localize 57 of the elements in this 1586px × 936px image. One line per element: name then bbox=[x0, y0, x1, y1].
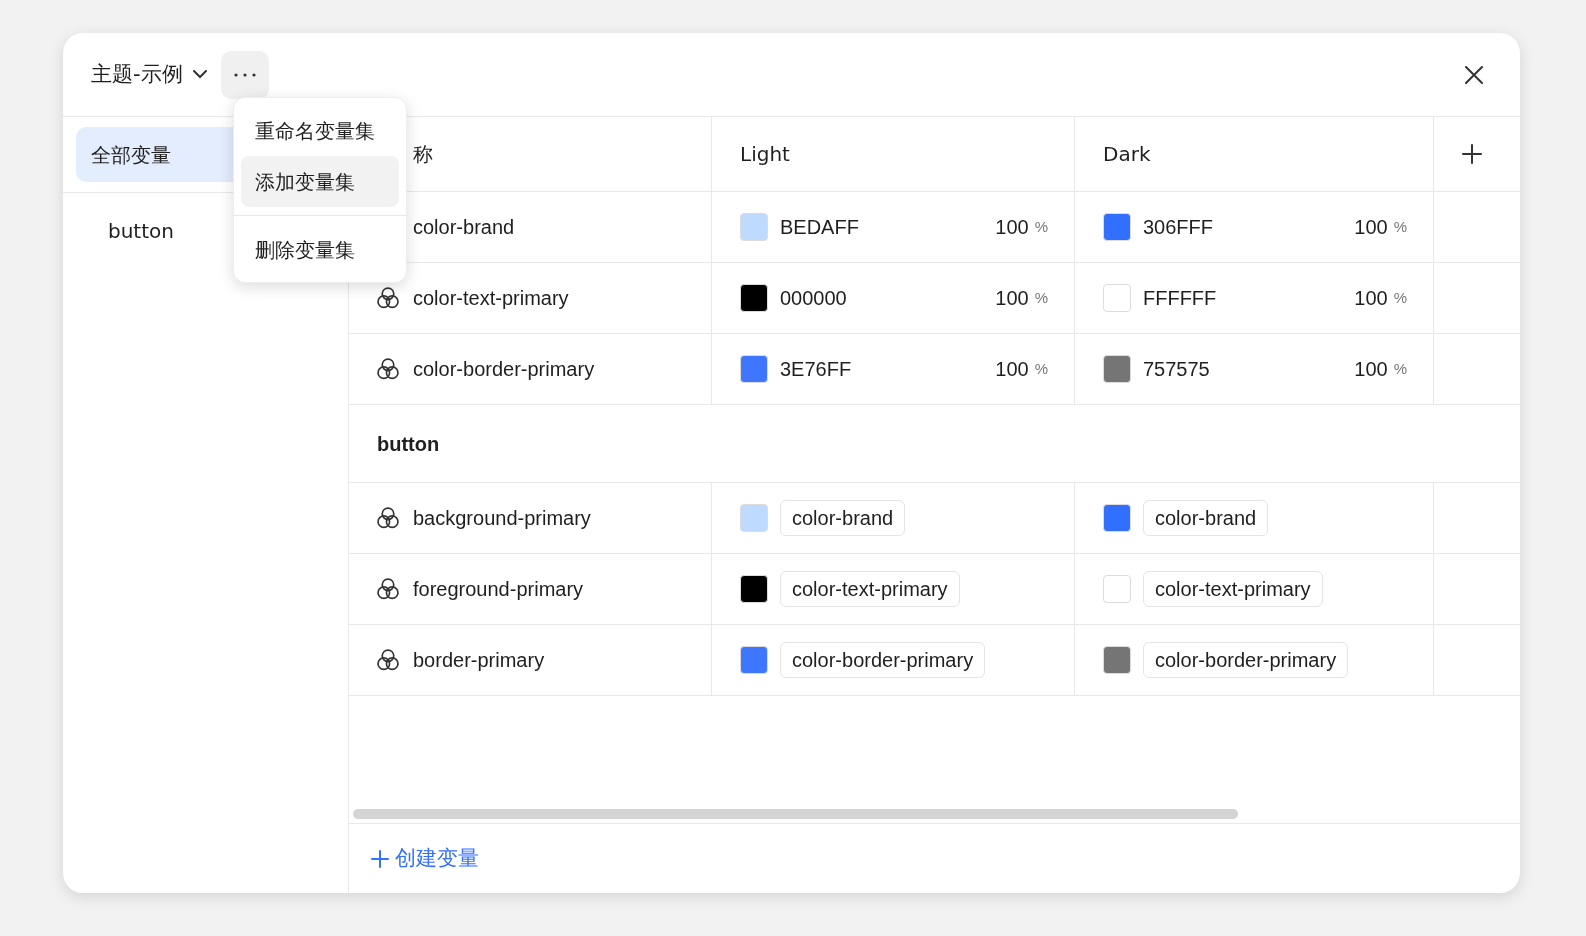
more-icon bbox=[233, 72, 256, 77]
variable-name: color-border-primary bbox=[413, 357, 595, 382]
hex-value: FFFFFF bbox=[1143, 286, 1218, 311]
color-swatch[interactable] bbox=[1103, 646, 1131, 674]
alias-tag[interactable]: color-text-primary bbox=[780, 571, 960, 607]
color-swatch[interactable] bbox=[740, 355, 768, 383]
close-icon bbox=[1465, 65, 1483, 84]
color-swatch[interactable] bbox=[740, 575, 768, 603]
color-swatch[interactable] bbox=[740, 504, 768, 532]
color-swatch[interactable] bbox=[1103, 355, 1131, 383]
percent-unit: % bbox=[1393, 358, 1407, 379]
variable-name: border-primary bbox=[413, 648, 545, 673]
alias-tag[interactable]: color-brand bbox=[1143, 500, 1269, 536]
theme-selector[interactable]: 主题-示例 bbox=[91, 58, 207, 91]
chevron-down-icon bbox=[192, 70, 207, 79]
hex-value: BEDAFF bbox=[780, 215, 860, 240]
color-swatch[interactable] bbox=[1103, 575, 1131, 603]
alias-tag[interactable]: color-brand bbox=[780, 500, 906, 536]
opacity-value: 100 bbox=[1354, 215, 1388, 240]
theme-title: 主题-示例 bbox=[91, 60, 183, 88]
hex-value: 757575 bbox=[1143, 357, 1211, 382]
hex-value: 306FFF bbox=[1143, 215, 1215, 240]
color-swatch[interactable] bbox=[740, 213, 768, 241]
color-swatch[interactable] bbox=[1103, 213, 1131, 241]
column-header: Light bbox=[740, 141, 790, 168]
column-header: Dark bbox=[1103, 141, 1151, 168]
percent-unit: % bbox=[1393, 287, 1407, 308]
group-title: button bbox=[377, 431, 440, 457]
column-header: 称 bbox=[413, 141, 433, 168]
percent-unit: % bbox=[1034, 358, 1048, 379]
variable-name: foreground-primary bbox=[413, 577, 584, 602]
opacity-value: 100 bbox=[1354, 286, 1388, 311]
hex-value: 3E76FF bbox=[780, 357, 853, 382]
plus-icon bbox=[371, 849, 389, 868]
color-swatch[interactable] bbox=[740, 646, 768, 674]
percent-unit: % bbox=[1393, 216, 1407, 237]
menu-item[interactable]: 删除变量集 bbox=[241, 224, 399, 275]
percent-unit: % bbox=[1034, 287, 1048, 308]
color-swatch[interactable] bbox=[1103, 504, 1131, 532]
opacity-value: 100 bbox=[1354, 357, 1388, 382]
hex-value: 000000 bbox=[780, 286, 848, 311]
alias-tag[interactable]: color-text-primary bbox=[1143, 571, 1323, 607]
color-swatch[interactable] bbox=[740, 284, 768, 312]
opacity-value: 100 bbox=[995, 286, 1029, 311]
alias-tag[interactable]: color-border-primary bbox=[1143, 642, 1349, 678]
menu-item[interactable]: 添加变量集 bbox=[241, 156, 399, 207]
opacity-value: 100 bbox=[995, 215, 1029, 240]
scrollbar[interactable] bbox=[353, 809, 1238, 819]
percent-unit: % bbox=[1034, 216, 1048, 237]
alias-tag[interactable]: color-border-primary bbox=[780, 642, 986, 678]
variable-name: color-brand bbox=[413, 215, 515, 240]
variable-name: color-text-primary bbox=[413, 286, 569, 311]
add-icon[interactable] bbox=[1462, 144, 1482, 164]
opacity-value: 100 bbox=[995, 357, 1029, 382]
variable-name: background-primary bbox=[413, 506, 591, 531]
create-variable-button[interactable]: 创建变量 bbox=[371, 842, 479, 875]
color-swatch[interactable] bbox=[1103, 284, 1131, 312]
